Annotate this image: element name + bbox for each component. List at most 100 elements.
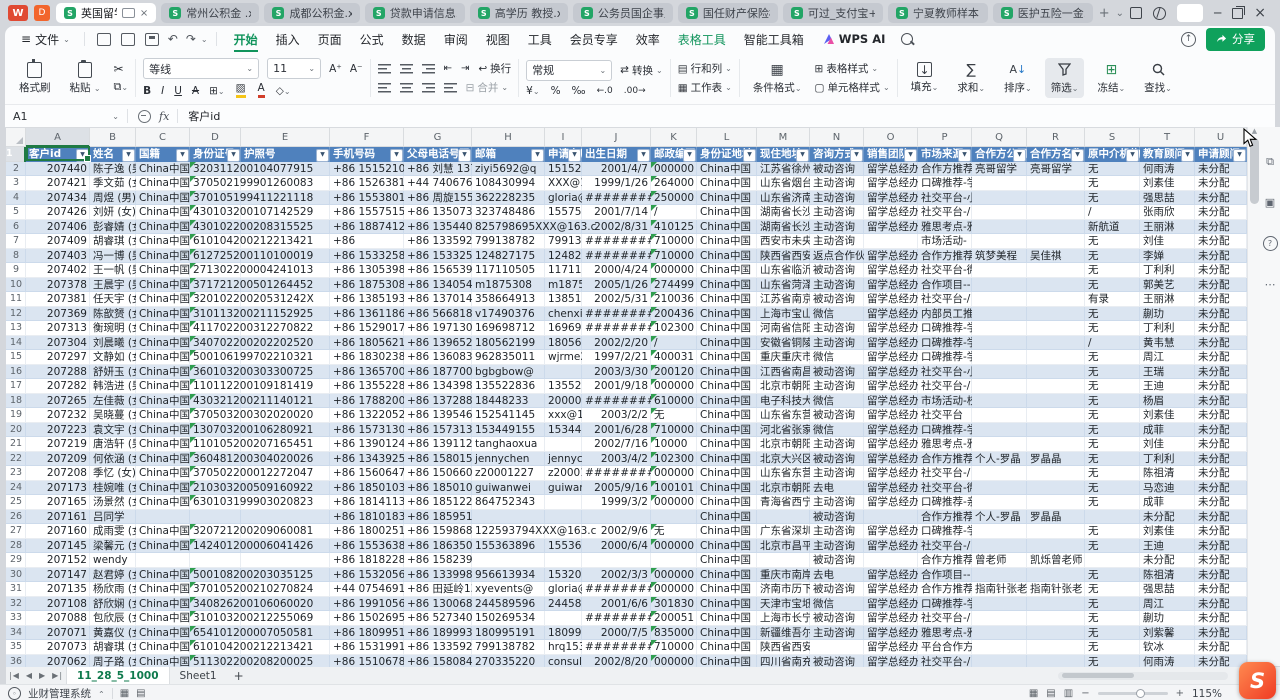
row-number-34[interactable]: 34 xyxy=(6,626,26,641)
cell-F18[interactable]: +86 17882007 xyxy=(330,394,404,409)
cell-J5[interactable]: 2001/7/14 xyxy=(582,205,651,220)
cell-B2[interactable]: 陈子逸 (男 xyxy=(90,162,136,177)
cell-B24[interactable]: 桂婉唯 (女 xyxy=(90,481,136,496)
rows-cols-button[interactable]: ▤ 行和列⌄ xyxy=(678,61,732,76)
cell-P28[interactable]: 社交平台-/ xyxy=(918,539,972,554)
cell-U26[interactable]: 未分配 xyxy=(1195,510,1247,525)
cell-K4[interactable]: 250000 xyxy=(651,191,697,206)
cell-O28[interactable]: 留学总经办 xyxy=(864,539,918,554)
cell-C27[interactable]: China中国 xyxy=(136,524,190,539)
cell-D14[interactable]: 340702200202202520 xyxy=(190,336,241,351)
cell-P2[interactable]: 合作方推荐 xyxy=(918,162,972,177)
cell-F31[interactable]: +44 07546918 xyxy=(330,582,404,597)
cell-S25[interactable]: 无 xyxy=(1085,495,1140,510)
cell-J12[interactable]: ######### xyxy=(582,307,651,322)
cell-A11[interactable]: 207381 xyxy=(26,292,90,307)
cell-D4[interactable]: 370105199411221118 xyxy=(190,191,241,206)
cell-G17[interactable]: +86 1343982452 xyxy=(404,379,472,394)
cell-S11[interactable]: 有录 xyxy=(1085,292,1140,307)
select-all-corner[interactable] xyxy=(6,128,26,146)
cell-G12[interactable]: +86 56681836 xyxy=(404,307,472,322)
cell-N13[interactable]: 主动咨询 xyxy=(810,321,864,336)
cell-K5[interactable]: / xyxy=(651,205,697,220)
cell-R34[interactable] xyxy=(1027,626,1085,641)
cell-Q24[interactable] xyxy=(972,481,1027,496)
cell-R30[interactable] xyxy=(1027,568,1085,583)
cell-H28[interactable]: 155363896 xyxy=(472,539,545,554)
horizontal-scrollbar[interactable] xyxy=(1058,672,1228,680)
cell-P22[interactable]: 合作方推荐 xyxy=(918,452,972,467)
cell-H16[interactable]: bgbgbow@ xyxy=(472,365,545,380)
cell-Q14[interactable] xyxy=(972,336,1027,351)
convert-button[interactable]: ⇄ 转换⌄ xyxy=(620,63,663,78)
cell-I19[interactable]: xxx@163.c xyxy=(545,408,582,423)
cell-D23[interactable]: 370502200012272047 xyxy=(190,466,241,481)
cell-M23[interactable]: 山东省东营 xyxy=(757,466,810,481)
cell-D25[interactable]: 630103199903020823 xyxy=(190,495,241,510)
cell-J34[interactable]: 2000/7/5 xyxy=(582,626,651,641)
header-cell-H[interactable]: 邮箱▼ xyxy=(472,147,545,162)
cell-A26[interactable]: 207161 xyxy=(26,510,90,525)
cell-C11[interactable]: China中国 xyxy=(136,292,190,307)
cell-R19[interactable] xyxy=(1027,408,1085,423)
cell-R7[interactable] xyxy=(1027,234,1085,249)
cell-L12[interactable]: China中国 xyxy=(697,307,757,322)
cell-L35[interactable]: China中国 xyxy=(697,640,757,655)
cell-O11[interactable]: 留学总经办 xyxy=(864,292,918,307)
cell-O12[interactable]: 留学总经办 xyxy=(864,307,918,322)
cell-O24[interactable]: 留学总经办 xyxy=(864,481,918,496)
cell-S24[interactable]: 无 xyxy=(1085,481,1140,496)
cell-A6[interactable]: 207406 xyxy=(26,220,90,235)
cell-H14[interactable]: 180562199 xyxy=(472,336,545,351)
cell-A28[interactable]: 207145 xyxy=(26,539,90,554)
cell-T11[interactable]: 王丽淋 xyxy=(1140,292,1195,307)
cell-B18[interactable]: 左佳薇 (女 xyxy=(90,394,136,409)
cell-G5[interactable]: +86 1350731495 xyxy=(404,205,472,220)
cell-U3[interactable]: 未分配 xyxy=(1195,176,1247,191)
cell-K14[interactable]: / xyxy=(651,336,697,351)
collapse-icon[interactable] xyxy=(138,110,151,123)
cell-G15[interactable]: +86 1360831276 xyxy=(404,350,472,365)
cell-I32[interactable]: 244589596 xyxy=(545,597,582,612)
globe-icon[interactable] xyxy=(1153,7,1166,20)
cell-O14[interactable]: 留学总经办 xyxy=(864,336,918,351)
cell-R13[interactable] xyxy=(1027,321,1085,336)
cell-L23[interactable]: China中国 xyxy=(697,466,757,481)
cell-P12[interactable]: 内部员工推 xyxy=(918,307,972,322)
cell-I22[interactable]: jennychen xyxy=(545,452,582,467)
cell-T15[interactable]: 周江 xyxy=(1140,350,1195,365)
cell-T32[interactable]: 周江 xyxy=(1140,597,1195,612)
cell-I21[interactable] xyxy=(545,437,582,452)
cell-A7[interactable]: 207409 xyxy=(26,234,90,249)
cell-I9[interactable]: 117110505 xyxy=(545,263,582,278)
cell-K29[interactable] xyxy=(651,553,697,568)
cell-P24[interactable]: 社交平台-微 xyxy=(918,481,972,496)
cell-L10[interactable]: China中国 xyxy=(697,278,757,293)
cell-M20[interactable]: 河北省张家 xyxy=(757,423,810,438)
cell-A16[interactable]: 207288 xyxy=(26,365,90,380)
cell-H6[interactable]: 825798695XXX@163.c xyxy=(472,220,545,235)
cell-B33[interactable]: 包欣辰 (女 xyxy=(90,611,136,626)
cell-L33[interactable]: China中国 xyxy=(697,611,757,626)
cell-Q18[interactable] xyxy=(972,394,1027,409)
cell-P11[interactable]: 社交平台-/ xyxy=(918,292,972,307)
cell-M26[interactable] xyxy=(757,510,810,525)
align-left-icon[interactable] xyxy=(378,82,391,93)
cell-N7[interactable]: 主动咨询 xyxy=(810,234,864,249)
cell-Q2[interactable]: 亮哥留学 xyxy=(972,162,1027,177)
cell-H24[interactable]: guiwanwei xyxy=(472,481,545,496)
cell-U20[interactable]: 未分配 xyxy=(1195,423,1247,438)
filter-dropdown-icon[interactable]: ▼ xyxy=(531,149,544,162)
cell-F21[interactable]: +86 13901242 xyxy=(330,437,404,452)
cell-R36[interactable] xyxy=(1027,655,1085,668)
row-number-19[interactable]: 19 xyxy=(6,408,26,423)
file-menu[interactable]: ≡ 文件⌄ xyxy=(15,31,76,48)
cell-R9[interactable] xyxy=(1027,263,1085,278)
cell-P27[interactable]: 口碑推荐-学 xyxy=(918,524,972,539)
cell-N34[interactable]: 主动咨询 xyxy=(810,626,864,641)
cell-I28[interactable]: 155363896 xyxy=(545,539,582,554)
cell-D28[interactable]: 142401200006041426 xyxy=(190,539,241,554)
row-number-5[interactable]: 5 xyxy=(6,205,26,220)
menu-tab-数据[interactable]: 数据 xyxy=(393,26,435,52)
cell-C18[interactable]: China中国 xyxy=(136,394,190,409)
